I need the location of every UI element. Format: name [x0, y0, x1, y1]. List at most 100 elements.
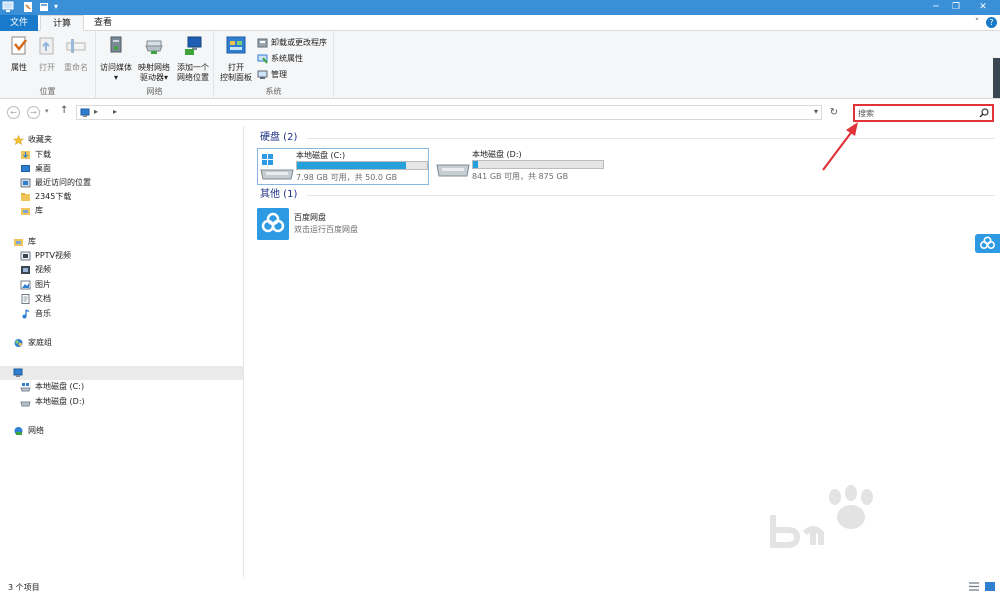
drive-usage-bar	[472, 160, 604, 169]
drive-tile-d[interactable]: 本地磁盘 (D:) 841 GB 可用，共 875 GB	[434, 148, 606, 185]
nav-label: 库	[28, 237, 36, 246]
navigation-pane: 收藏夹 下载 桌面 最近访问的位置 2345下载 库 库 PPTV视频 视频 图…	[0, 126, 244, 577]
open-icon	[39, 37, 54, 55]
baidu-netdisk-item[interactable]: 百度网盘 双击运行百度网盘	[257, 206, 457, 242]
app-description: 双击运行百度网盘	[294, 225, 358, 234]
library-icon	[21, 208, 30, 215]
star-icon	[13, 135, 24, 145]
nav-label: 最近访问的位置	[35, 178, 91, 187]
nav-label: 音乐	[35, 309, 51, 318]
uninstall-icon	[257, 38, 268, 48]
open-control-panel-label: 打开 控制面板	[220, 63, 252, 82]
system-group: 打开 控制面板 卸载或更改程序 系统属性 管理 系统	[214, 31, 334, 99]
tab-view[interactable]: 查看	[86, 15, 120, 31]
tiles-view-icon[interactable]	[985, 582, 995, 591]
cloud-icon	[257, 208, 289, 240]
up-icon[interactable]: ↑	[60, 105, 68, 116]
selected-row-highlight	[0, 366, 243, 380]
app-name: 百度网盘	[294, 213, 326, 222]
properties-quick-icon[interactable]	[22, 1, 34, 13]
homegroup-icon	[14, 339, 23, 347]
hard-drive-icon	[20, 401, 31, 407]
group-divider	[307, 138, 995, 139]
minimize-icon[interactable]: ─	[926, 0, 946, 15]
folder-icon	[21, 193, 30, 201]
ribbon: 属性 打开 重命名 位置 访问媒体 ▾ 映射网络 驱动器▾ 添加一个 网络位置 网络	[0, 31, 1000, 99]
system-drive-icon	[20, 383, 31, 392]
computer-icon	[13, 368, 23, 377]
desktop-icon	[21, 165, 30, 172]
cloud-icon[interactable]	[975, 234, 1000, 253]
drive-tile-c[interactable]: 本地磁盘 (C:) 7.98 GB 可用，共 50.0 GB	[257, 148, 429, 185]
access-media-label: 访问媒体 ▾	[100, 63, 132, 82]
recent-locations-icon[interactable]: ▾	[45, 107, 49, 115]
recent-places-icon	[20, 178, 31, 188]
properties-icon	[11, 36, 27, 55]
nav-label: 文档	[35, 294, 51, 303]
computer-icon	[80, 108, 90, 117]
system-properties-button[interactable]: 系统属性	[257, 52, 303, 66]
open-control-panel-button[interactable]: 打开 控制面板	[217, 35, 255, 83]
search-input[interactable]	[858, 107, 976, 119]
map-network-drive-button[interactable]: 映射网络 驱动器▾	[137, 35, 171, 83]
chevron-down-icon[interactable]: ˅	[971, 17, 983, 29]
control-panel-icon	[226, 36, 246, 54]
search-box[interactable]	[853, 104, 994, 122]
system-drive-icon	[260, 154, 294, 180]
tab-file[interactable]: 文件	[0, 15, 38, 31]
address-bar[interactable]: ▸ ▸ ▾	[76, 105, 822, 120]
search-icon[interactable]	[979, 108, 989, 118]
nav-label: 桌面	[35, 164, 51, 173]
rename-label: 重命名	[64, 63, 88, 72]
pictures-icon	[20, 280, 31, 290]
add-network-location-label: 添加一个 网络位置	[177, 63, 209, 82]
drive-name: 本地磁盘 (C:)	[296, 151, 346, 160]
customize-quick-access-icon[interactable]: ▾	[54, 1, 66, 13]
group-header-hard-drives[interactable]: 硬盘 (2)	[260, 131, 297, 145]
new-folder-quick-icon[interactable]	[38, 1, 50, 13]
group-divider	[307, 195, 995, 196]
address-dropdown-icon[interactable]: ▾	[814, 107, 818, 116]
back-icon[interactable]: ←	[7, 106, 20, 119]
nav-label: 图片	[35, 280, 51, 289]
nav-label: 收藏夹	[28, 135, 52, 144]
rename-icon	[66, 39, 86, 53]
system-group-label: 系统	[265, 87, 282, 96]
add-network-location-button[interactable]: 添加一个 网络位置	[174, 35, 212, 83]
ribbon-tabs: 文件 计算机 查看 ˅ ?	[0, 15, 1000, 45]
uninstall-label: 卸载或更改程序	[271, 38, 327, 47]
nav-label: 2345下载	[35, 192, 72, 201]
close-icon[interactable]: ✕	[966, 0, 1000, 15]
rename-button[interactable]: 重命名	[59, 35, 93, 73]
nav-label: 视频	[35, 265, 51, 274]
breadcrumb-chevron-icon[interactable]: ▸	[113, 107, 117, 116]
details-view-icon[interactable]	[969, 582, 979, 591]
side-widget-icon[interactable]	[993, 58, 1000, 98]
nav-label: 家庭组	[28, 338, 52, 347]
manage-button[interactable]: 管理	[257, 68, 287, 82]
system-properties-icon	[257, 54, 268, 64]
map-network-drive-label: 映射网络 驱动器▾	[138, 63, 170, 82]
access-media-button[interactable]: 访问媒体 ▾	[99, 35, 133, 83]
group-header-other[interactable]: 其他 (1)	[260, 188, 297, 202]
manage-label: 管理	[271, 70, 287, 79]
uninstall-program-button[interactable]: 卸载或更改程序	[257, 36, 327, 50]
status-bar: 3 个项目	[0, 577, 1000, 596]
forward-icon[interactable]: →	[27, 106, 40, 119]
drive-usage-bar	[296, 161, 428, 170]
breadcrumb-chevron-icon[interactable]: ▸	[94, 107, 98, 116]
restore-icon[interactable]: ❐	[946, 0, 966, 15]
manage-icon	[257, 70, 268, 79]
computer-icon[interactable]	[2, 1, 14, 13]
help-icon[interactable]: ?	[986, 17, 997, 28]
nav-label: 本地磁盘 (C:)	[35, 382, 85, 391]
media-server-icon	[110, 36, 122, 53]
network-location-icon	[185, 36, 202, 55]
drive-usage-fill	[297, 162, 407, 169]
item-count: 3 个项目	[8, 583, 40, 592]
annotation-arrow-icon	[822, 122, 858, 171]
nav-label: 本地磁盘 (D:)	[35, 397, 85, 406]
location-group: 属性 打开 重命名 位置	[0, 31, 96, 99]
libraries-icon	[14, 239, 23, 246]
tab-computer[interactable]: 计算机	[40, 15, 84, 45]
